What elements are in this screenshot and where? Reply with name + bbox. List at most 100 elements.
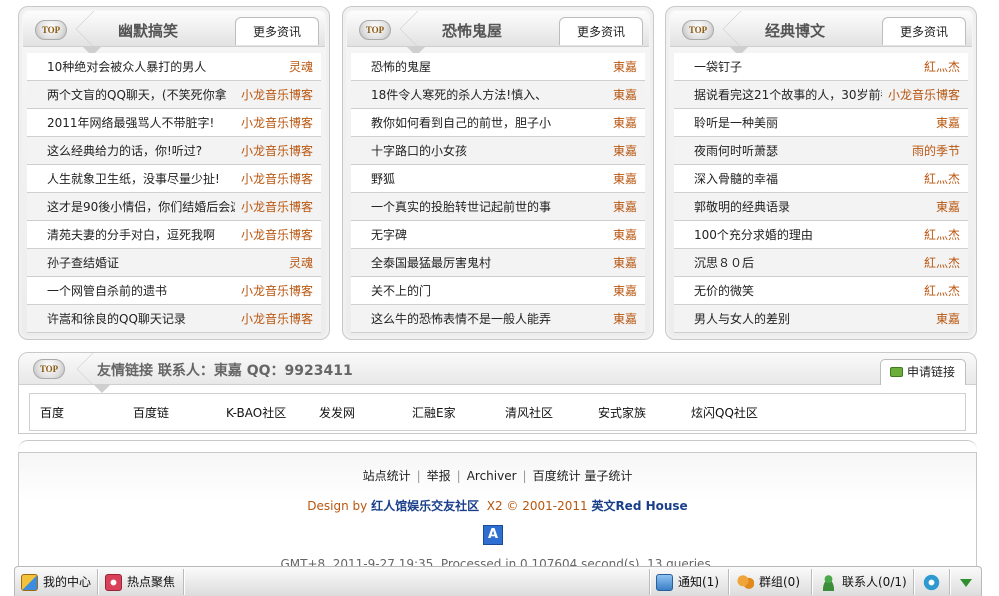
footer-link-analytics[interactable]: 百度统计 量子统计 bbox=[533, 469, 633, 483]
friend-link[interactable]: 炫闪QQ社区 bbox=[691, 404, 784, 421]
author-link[interactable]: 東嘉 bbox=[936, 109, 960, 137]
article-link[interactable]: 这才是90後小情侣，你们结婚后会这 bbox=[47, 193, 235, 221]
article-link[interactable]: 十字路口的小女孩 bbox=[371, 137, 559, 165]
friend-link[interactable]: 汇融E家 bbox=[412, 404, 505, 421]
list-item[interactable]: 野狐 東嘉 bbox=[351, 165, 645, 193]
list-item[interactable]: 这才是90後小情侣，你们结婚后会这 小龙音乐博客 bbox=[27, 193, 321, 221]
settings-button[interactable] bbox=[923, 572, 943, 592]
article-link[interactable]: 一个真实的投胎转世记起前世的事 bbox=[371, 193, 559, 221]
author-link[interactable]: 東嘉 bbox=[613, 81, 637, 109]
article-link[interactable]: 夜雨何时听萧瑟 bbox=[694, 137, 882, 165]
author-link[interactable]: 紅灬杰 bbox=[924, 277, 960, 305]
list-item[interactable]: 无字碑 東嘉 bbox=[351, 221, 645, 249]
author-link[interactable]: 小龙音乐博客 bbox=[888, 81, 960, 109]
author-link[interactable]: 東嘉 bbox=[936, 193, 960, 221]
author-link[interactable]: 小龙音乐博客 bbox=[241, 193, 313, 221]
author-link[interactable]: 灵魂 bbox=[289, 53, 313, 81]
article-link[interactable]: 人生就象卫生纸，没事尽量少扯! bbox=[47, 165, 235, 193]
article-link[interactable]: 18件令人寒死的杀人方法!慎入、 bbox=[371, 81, 559, 109]
footer-link-archiver[interactable]: Archiver bbox=[467, 469, 517, 483]
article-link[interactable]: 深入骨髓的幸福 bbox=[694, 165, 882, 193]
author-link[interactable]: 小龙音乐博客 bbox=[241, 165, 313, 193]
article-link[interactable]: 许嵩和徐良的QQ聊天记录 bbox=[47, 305, 235, 333]
group-button[interactable]: 群组(0) bbox=[737, 572, 800, 592]
friend-link[interactable]: 安式家族 bbox=[598, 404, 691, 421]
author-link[interactable]: 小龙音乐博客 bbox=[241, 277, 313, 305]
list-item[interactable]: 一个真实的投胎转世记起前世的事 東嘉 bbox=[351, 193, 645, 221]
friend-link[interactable]: 百度 bbox=[40, 404, 133, 421]
footer-link-report[interactable]: 举报 bbox=[427, 469, 451, 483]
list-item[interactable]: 这么经典给力的话，你!听过? 小龙音乐博客 bbox=[27, 137, 321, 165]
list-item[interactable]: 据说看完这21个故事的人，30岁前都 小龙音乐博客 bbox=[674, 81, 968, 109]
article-link[interactable]: 2011年网络最强骂人不带脏字! bbox=[47, 109, 235, 137]
list-item[interactable]: 十字路口的小女孩 東嘉 bbox=[351, 137, 645, 165]
more-news-button[interactable]: 更多资讯 bbox=[235, 17, 319, 45]
collapse-toolbar-button[interactable] bbox=[957, 572, 975, 592]
my-center-button[interactable]: 我的中心 bbox=[21, 572, 91, 592]
site-name-link[interactable]: 红人馆娱乐交友社区 bbox=[371, 499, 479, 513]
list-item[interactable]: 夜雨何时听萧瑟 雨的季节 bbox=[674, 137, 968, 165]
author-link[interactable]: 東嘉 bbox=[613, 165, 637, 193]
article-link[interactable]: 10种绝对会被众人暴打的男人 bbox=[47, 53, 235, 81]
author-link[interactable]: 東嘉 bbox=[613, 193, 637, 221]
list-item[interactable]: 人生就象卫生纸，没事尽量少扯! 小龙音乐博客 bbox=[27, 165, 321, 193]
friend-link[interactable]: 清风社区 bbox=[505, 404, 598, 421]
apply-link-button[interactable]: 申请链接 bbox=[880, 359, 966, 385]
article-link[interactable]: 一袋钉子 bbox=[694, 53, 882, 81]
author-link[interactable]: 東嘉 bbox=[613, 305, 637, 333]
list-item[interactable]: 一个网管自杀前的遗书 小龙音乐博客 bbox=[27, 277, 321, 305]
article-link[interactable]: 据说看完这21个故事的人，30岁前都 bbox=[694, 81, 882, 109]
article-link[interactable]: 全泰国最猛最厉害鬼村 bbox=[371, 249, 559, 277]
list-item[interactable]: 全泰国最猛最厉害鬼村 東嘉 bbox=[351, 249, 645, 277]
author-link[interactable]: 東嘉 bbox=[613, 137, 637, 165]
article-link[interactable]: 这么牛的恐怖表情不是一般人能弄 bbox=[371, 305, 559, 333]
article-link[interactable]: 两个文盲的QQ聊天，(不笑死你拿 bbox=[47, 81, 235, 109]
author-link[interactable]: 灵魂 bbox=[289, 249, 313, 277]
list-item[interactable]: 聆听是一种美丽 東嘉 bbox=[674, 109, 968, 137]
article-link[interactable]: 聆听是一种美丽 bbox=[694, 109, 882, 137]
more-news-button[interactable]: 更多资讯 bbox=[882, 17, 966, 45]
friend-link[interactable]: 发发网 bbox=[319, 404, 412, 421]
more-news-button[interactable]: 更多资讯 bbox=[559, 17, 643, 45]
author-link[interactable]: 東嘉 bbox=[613, 249, 637, 277]
author-link[interactable]: 紅灬杰 bbox=[924, 165, 960, 193]
author-link[interactable]: 東嘉 bbox=[613, 109, 637, 137]
author-link[interactable]: 東嘉 bbox=[936, 305, 960, 333]
list-item[interactable]: 沉思８０后 紅灬杰 bbox=[674, 249, 968, 277]
list-item[interactable]: 郭敬明的经典语录 東嘉 bbox=[674, 193, 968, 221]
list-item[interactable]: 教你如何看到自己的前世，胆子小 東嘉 bbox=[351, 109, 645, 137]
author-link[interactable]: 小龙音乐博客 bbox=[241, 137, 313, 165]
article-link[interactable]: 这么经典给力的话，你!听过? bbox=[47, 137, 235, 165]
list-item[interactable]: 2011年网络最强骂人不带脏字! 小龙音乐博客 bbox=[27, 109, 321, 137]
author-link[interactable]: 紅灬杰 bbox=[924, 53, 960, 81]
author-link[interactable]: 小龙音乐博客 bbox=[241, 109, 313, 137]
footer-link-stats[interactable]: 站点统计 bbox=[363, 469, 411, 483]
list-item[interactable]: 恐怖的鬼屋 東嘉 bbox=[351, 53, 645, 81]
article-link[interactable]: 野狐 bbox=[371, 165, 559, 193]
article-link[interactable]: 郭敬明的经典语录 bbox=[694, 193, 882, 221]
list-item[interactable]: 许嵩和徐良的QQ聊天记录 小龙音乐博客 bbox=[27, 305, 321, 333]
article-link[interactable]: 清苑夫妻的分手对白，逗死我啊 bbox=[47, 221, 235, 249]
notify-button[interactable]: 通知(1) bbox=[656, 572, 719, 592]
author-link[interactable]: 東嘉 bbox=[613, 277, 637, 305]
accessibility-badge-icon[interactable]: A bbox=[483, 525, 503, 545]
author-link[interactable]: 雨的季节 bbox=[912, 137, 960, 165]
author-link[interactable]: 小龙音乐博客 bbox=[241, 305, 313, 333]
author-link[interactable]: 紅灬杰 bbox=[924, 221, 960, 249]
author-link[interactable]: 東嘉 bbox=[613, 53, 637, 81]
article-link[interactable]: 孙子查结婚证 bbox=[47, 249, 235, 277]
article-link[interactable]: 100个充分求婚的理由 bbox=[694, 221, 882, 249]
list-item[interactable]: 这么牛的恐怖表情不是一般人能弄 東嘉 bbox=[351, 305, 645, 333]
article-link[interactable]: 关不上的门 bbox=[371, 277, 559, 305]
article-link[interactable]: 教你如何看到自己的前世，胆子小 bbox=[371, 109, 559, 137]
list-item[interactable]: 关不上的门 東嘉 bbox=[351, 277, 645, 305]
article-link[interactable]: 恐怖的鬼屋 bbox=[371, 53, 559, 81]
list-item[interactable]: 18件令人寒死的杀人方法!慎入、 東嘉 bbox=[351, 81, 645, 109]
list-item[interactable]: 10种绝对会被众人暴打的男人 灵魂 bbox=[27, 53, 321, 81]
friend-link[interactable]: 百度链 bbox=[133, 404, 226, 421]
list-item[interactable]: 一袋钉子 紅灬杰 bbox=[674, 53, 968, 81]
list-item[interactable]: 两个文盲的QQ聊天，(不笑死你拿 小龙音乐博客 bbox=[27, 81, 321, 109]
list-item[interactable]: 100个充分求婚的理由 紅灬杰 bbox=[674, 221, 968, 249]
article-link[interactable]: 无字碑 bbox=[371, 221, 559, 249]
friend-link[interactable]: K-BAO社区 bbox=[226, 404, 319, 421]
